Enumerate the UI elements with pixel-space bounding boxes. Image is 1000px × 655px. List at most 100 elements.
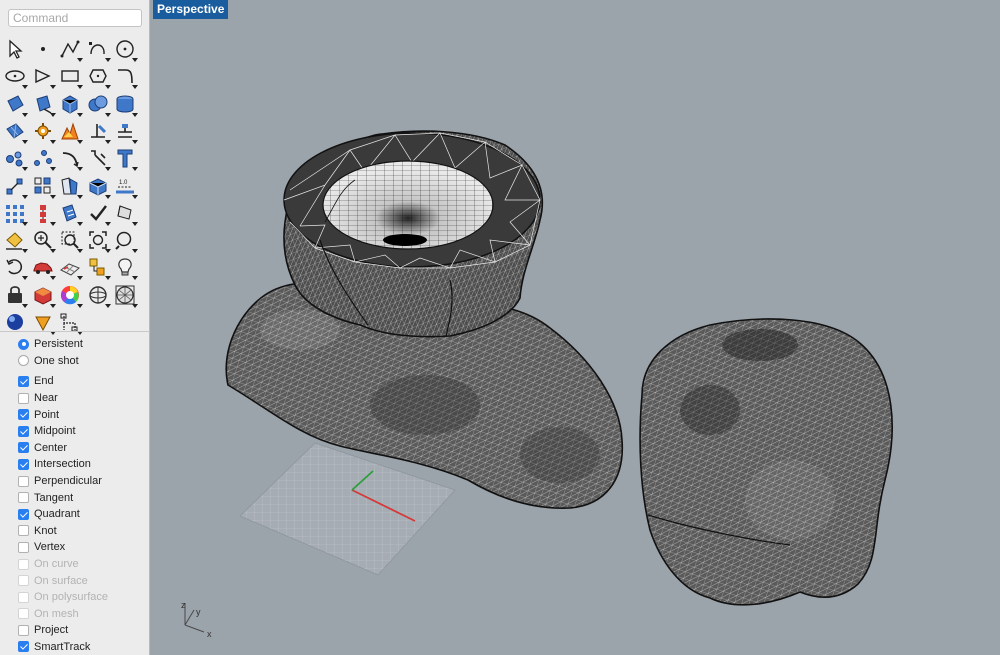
block-icon[interactable] bbox=[85, 173, 111, 199]
osnap-mode-label: Persistent bbox=[34, 338, 83, 351]
osnap-checkbox[interactable] bbox=[18, 475, 29, 487]
osnap-center[interactable]: Center bbox=[18, 440, 108, 457]
osnap-near[interactable]: Near bbox=[18, 390, 108, 407]
osnap-label: On mesh bbox=[34, 607, 79, 620]
osnap-checkbox bbox=[18, 591, 29, 603]
align-points-icon[interactable] bbox=[30, 145, 56, 172]
osnap-on-polysurface: On polysurface bbox=[18, 589, 108, 606]
rectangle-icon[interactable] bbox=[57, 63, 83, 90]
osnap-checkbox[interactable] bbox=[18, 392, 29, 404]
mesh-sphere-icon[interactable] bbox=[112, 282, 138, 308]
rotate-view-icon[interactable] bbox=[2, 254, 28, 281]
select-arrow-icon[interactable] bbox=[2, 36, 28, 62]
point-icon[interactable] bbox=[30, 36, 56, 62]
osnap-label: SmartTrack bbox=[34, 640, 91, 653]
layer-properties-icon[interactable] bbox=[85, 254, 111, 281]
osnap-checkbox[interactable] bbox=[18, 641, 29, 653]
radio-button[interactable] bbox=[18, 355, 29, 367]
svg-text:1.0: 1.0 bbox=[119, 180, 128, 186]
osnap-tangent[interactable]: Tangent bbox=[18, 489, 108, 506]
zoom-icon[interactable] bbox=[112, 227, 138, 254]
axis-label-z: z bbox=[181, 600, 186, 610]
osnap-checkbox[interactable] bbox=[18, 375, 29, 387]
osnap-checkbox[interactable] bbox=[18, 492, 29, 504]
osnap-checkbox bbox=[18, 558, 29, 570]
osnap-checkbox[interactable] bbox=[18, 624, 29, 636]
light-bulb-icon[interactable] bbox=[112, 254, 138, 281]
osnap-checkbox[interactable] bbox=[18, 425, 29, 437]
history-icon[interactable] bbox=[30, 200, 56, 226]
zoom-window-icon[interactable] bbox=[57, 227, 83, 254]
split-icon[interactable] bbox=[112, 118, 138, 144]
osnap-intersection[interactable]: Intersection bbox=[18, 456, 108, 473]
sphere-wire-icon[interactable] bbox=[85, 282, 111, 308]
radio-button[interactable] bbox=[18, 338, 29, 350]
explode-icon[interactable] bbox=[57, 118, 83, 144]
osnap-label: Perpendicular bbox=[34, 475, 102, 488]
cylinder-pipe-icon[interactable] bbox=[112, 91, 138, 117]
transform-rotate-icon[interactable] bbox=[85, 145, 111, 172]
osnap-mode-persistent[interactable]: Persistent bbox=[18, 336, 108, 353]
osnap-project[interactable]: Project bbox=[18, 622, 108, 639]
osnap-quadrant[interactable]: Quadrant bbox=[18, 506, 108, 523]
osnap-checkbox[interactable] bbox=[18, 508, 29, 520]
polygon-icon[interactable] bbox=[30, 63, 56, 90]
osnap-label: Midpoint bbox=[34, 425, 76, 438]
osnap-mode-one-shot[interactable]: One shot bbox=[18, 353, 108, 370]
osnap-midpoint[interactable]: Midpoint bbox=[18, 423, 108, 440]
mirror-icon[interactable] bbox=[57, 173, 83, 199]
axis-label-x: x bbox=[207, 629, 212, 639]
osnap-knot[interactable]: Knot bbox=[18, 523, 108, 540]
gear-explode-icon[interactable] bbox=[30, 118, 56, 144]
grid-plane-icon[interactable] bbox=[57, 254, 83, 281]
perspective-viewport[interactable]: z y x Perspective bbox=[150, 0, 1000, 655]
trim-icon[interactable] bbox=[85, 118, 111, 144]
zoom-extents-icon[interactable] bbox=[85, 227, 111, 254]
axis-gizmo bbox=[184, 603, 205, 633]
cage-icon[interactable] bbox=[85, 63, 111, 90]
array-icon[interactable] bbox=[30, 173, 56, 199]
viewport-title-tab[interactable]: Perspective bbox=[153, 0, 229, 19]
fillet-curve-icon[interactable] bbox=[112, 63, 138, 90]
command-input[interactable] bbox=[8, 9, 142, 27]
osnap-checkbox[interactable] bbox=[18, 458, 29, 470]
mesh-object-sphere[interactable] bbox=[639, 318, 893, 606]
material-box-icon[interactable] bbox=[30, 282, 56, 308]
extrude-surface-icon[interactable] bbox=[30, 91, 56, 117]
surface-from-points-icon[interactable] bbox=[2, 91, 28, 117]
curve-icon[interactable] bbox=[85, 36, 111, 62]
osnap-point[interactable]: Point bbox=[18, 406, 108, 423]
paint-bucket-icon[interactable] bbox=[2, 227, 28, 254]
dimension-icon[interactable]: 1.0 bbox=[112, 173, 138, 199]
car-render-icon[interactable] bbox=[30, 254, 56, 281]
check-icon[interactable] bbox=[85, 200, 111, 226]
shade-icon[interactable] bbox=[112, 200, 138, 226]
axis-label-y: y bbox=[196, 607, 201, 617]
osnap-smarttrack[interactable]: SmartTrack bbox=[18, 639, 108, 655]
bend-icon[interactable] bbox=[57, 145, 83, 172]
circle-icon[interactable] bbox=[112, 36, 138, 62]
osnap-checkbox[interactable] bbox=[18, 541, 29, 553]
lock-icon[interactable] bbox=[2, 282, 28, 308]
ellipse-icon[interactable] bbox=[2, 63, 28, 90]
scene-canvas[interactable]: z y x bbox=[150, 0, 1000, 655]
analysis-icon[interactable] bbox=[57, 200, 83, 226]
osnap-perpendicular[interactable]: Perpendicular bbox=[18, 473, 108, 490]
move-icon[interactable] bbox=[2, 173, 28, 199]
osnap-label: On surface bbox=[34, 574, 88, 587]
color-wheel-icon[interactable] bbox=[57, 282, 83, 308]
text-icon[interactable] bbox=[112, 145, 138, 172]
grid-array-icon[interactable] bbox=[2, 200, 28, 226]
zoom-in-icon[interactable] bbox=[30, 227, 56, 254]
osnap-vertex[interactable]: Vertex bbox=[18, 539, 108, 556]
box-solid-icon[interactable] bbox=[57, 91, 83, 117]
osnap-checkbox[interactable] bbox=[18, 525, 29, 537]
polyline-icon[interactable] bbox=[57, 36, 83, 62]
boolean-union-icon[interactable] bbox=[85, 91, 111, 117]
osnap-end[interactable]: End bbox=[18, 373, 108, 390]
osnap-label: On curve bbox=[34, 558, 79, 571]
osnap-checkbox[interactable] bbox=[18, 442, 29, 454]
mesh-plane-icon[interactable] bbox=[2, 118, 28, 144]
osnap-checkbox[interactable] bbox=[18, 409, 29, 421]
group-points-icon[interactable] bbox=[2, 145, 28, 172]
